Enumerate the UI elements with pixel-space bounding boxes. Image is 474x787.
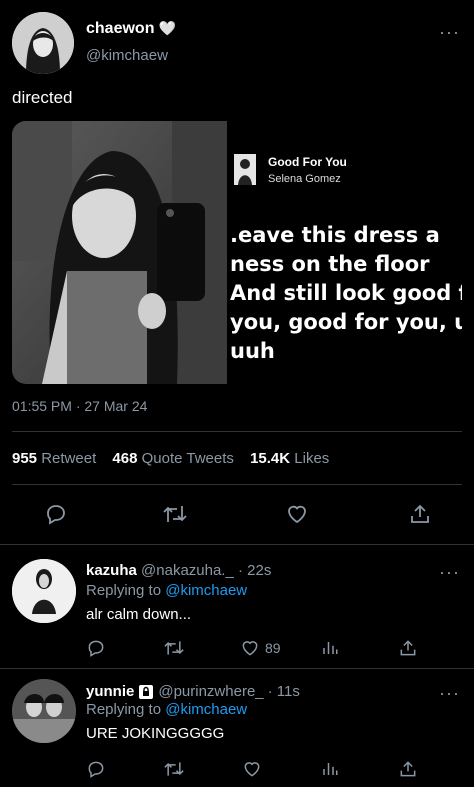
share-icon[interactable] xyxy=(406,500,434,528)
song-artist: Selena Gomez xyxy=(268,173,341,185)
reply-icon[interactable] xyxy=(84,757,108,781)
reply-text: URE JOKINGGGGG xyxy=(86,725,225,742)
tweet-text: directed xyxy=(12,88,73,107)
reply-author-name[interactable]: kazuha xyxy=(86,562,137,579)
reply-avatar[interactable] xyxy=(12,559,76,623)
reply-time[interactable]: · 22s xyxy=(238,562,271,579)
author-name[interactable]: chaewon xyxy=(86,20,154,37)
reply-time[interactable]: · 11s xyxy=(268,683,300,700)
retweet-icon[interactable] xyxy=(162,636,186,660)
heart-emoji: 🤍 xyxy=(158,20,177,36)
retweet-icon[interactable] xyxy=(161,500,189,528)
like-icon[interactable] xyxy=(283,500,311,528)
selfie-photo xyxy=(12,121,227,384)
tweet-media[interactable]: Good For You Selena Gomez .eave this dre… xyxy=(12,121,462,384)
retweet-icon[interactable] xyxy=(162,757,186,781)
song-title: Good For You xyxy=(268,155,347,169)
reply-header: yunnie @purinzwhere_ · 11s xyxy=(86,683,300,700)
like-icon[interactable] xyxy=(240,757,264,781)
tweet-timestamp[interactable]: 01:55 PM · 27 Mar 24 xyxy=(12,398,147,414)
more-icon[interactable]: ··· xyxy=(439,683,460,704)
reply-author-handle[interactable]: @nakazuha._ xyxy=(141,562,234,579)
analytics-icon[interactable] xyxy=(318,636,342,660)
analytics-icon[interactable] xyxy=(318,757,342,781)
reply-like-count: 89 xyxy=(265,640,281,656)
likes-stat[interactable]: 15.4K Likes xyxy=(250,450,329,467)
reply-header: kazuha @nakazuha._ · 22s xyxy=(86,562,271,579)
quote-stat[interactable]: 468 Quote Tweets xyxy=(112,450,233,467)
retweet-stat[interactable]: 955 Retweet xyxy=(12,450,96,467)
song-lyrics: .eave this dress a ness on the floor And… xyxy=(230,223,462,363)
reply-text: alr calm down... xyxy=(86,606,192,623)
replying-to-link[interactable]: @kimchaew xyxy=(165,701,247,718)
share-icon[interactable] xyxy=(396,757,420,781)
lock-icon xyxy=(138,684,154,700)
tweet-stats: 955 Retweet 468 Quote Tweets 15.4K Likes xyxy=(12,450,329,467)
author-name-row[interactable]: chaewon 🤍 xyxy=(86,20,176,38)
more-icon[interactable]: ··· xyxy=(439,22,460,43)
like-icon[interactable] xyxy=(240,638,260,658)
more-icon[interactable]: ··· xyxy=(439,562,460,583)
reply-author-name[interactable]: yunnie xyxy=(86,683,134,700)
song-cover xyxy=(234,154,256,185)
reply-author-handle[interactable]: @purinzwhere_ xyxy=(158,683,263,700)
reply-icon[interactable] xyxy=(84,636,108,660)
share-icon[interactable] xyxy=(396,636,420,660)
replying-to-link[interactable]: @kimchaew xyxy=(165,582,247,599)
reply-like-button[interactable]: 89 xyxy=(240,638,281,658)
replying-to-line: Replying to @kimchaew xyxy=(86,582,248,599)
replying-to-line: Replying to @kimchaew xyxy=(86,701,248,718)
reply-icon[interactable] xyxy=(42,500,70,528)
author-handle[interactable]: @kimchaew xyxy=(86,47,168,64)
author-avatar[interactable] xyxy=(12,12,74,74)
reply-avatar[interactable] xyxy=(12,679,76,743)
